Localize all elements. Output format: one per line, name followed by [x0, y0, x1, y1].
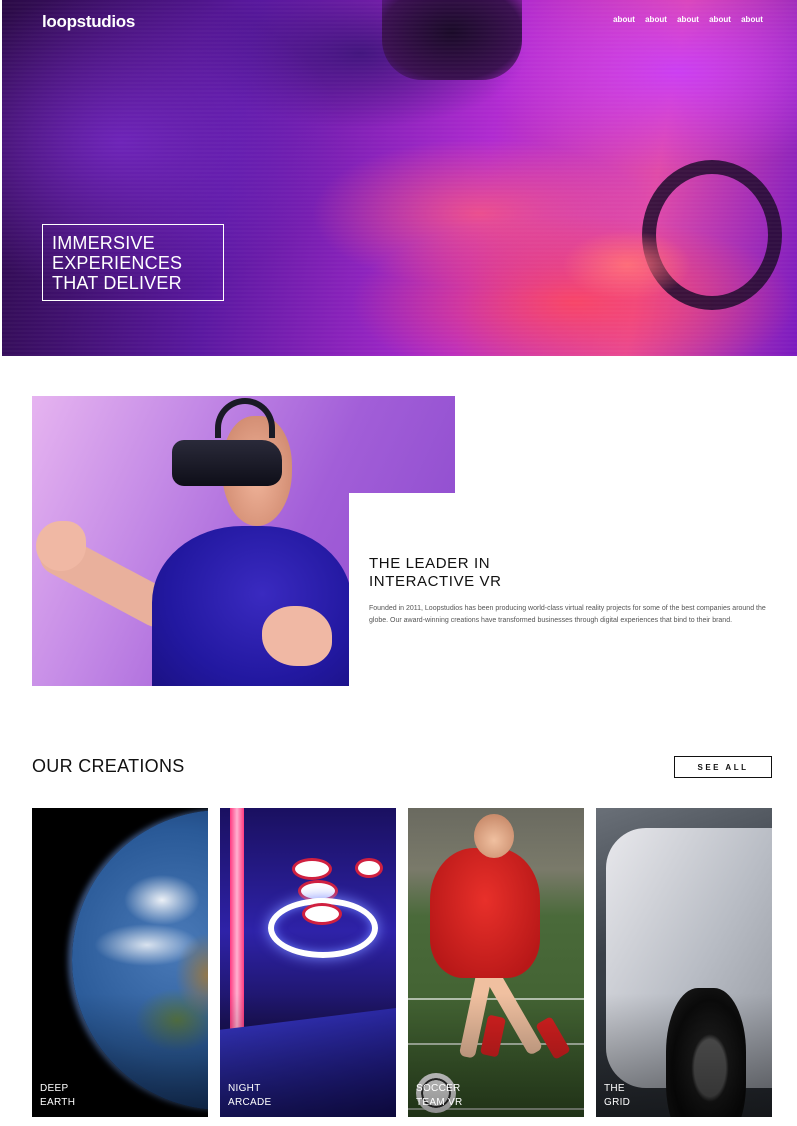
creation-card-label-line-2: TEAM VR: [416, 1097, 463, 1108]
creation-card-label: THE GRID: [604, 1082, 630, 1110]
creation-card-the-grid[interactable]: THE GRID: [596, 808, 772, 1117]
creation-card-label-line-1: DEEP: [40, 1083, 69, 1094]
about-image-vr-strap: [215, 398, 275, 438]
creation-card-label: DEEP EARTH: [40, 1082, 75, 1110]
nav-link-about-3[interactable]: about: [677, 15, 699, 24]
creation-card-label-line-2: GRID: [604, 1097, 631, 1108]
creation-card-label-line-2: EARTH: [40, 1097, 76, 1108]
about-image-right-hand: [262, 606, 332, 666]
about-text-block: THE LEADER IN INTERACTIVE VR Founded in …: [369, 555, 779, 627]
creation-card-label: SOCCER TEAM VR: [416, 1082, 463, 1110]
about-image-shirt: [152, 526, 352, 686]
nav-link-about-2[interactable]: about: [645, 15, 667, 24]
nav-link-about-4[interactable]: about: [709, 15, 731, 24]
see-all-button[interactable]: SEE ALL: [674, 756, 772, 778]
creation-card-night-arcade[interactable]: NIGHT ARCADE: [220, 808, 396, 1117]
creation-card-label-line-2: ARCADE: [228, 1097, 272, 1108]
creation-card-label-line-1: NIGHT: [228, 1083, 261, 1094]
card-vignette: [220, 808, 396, 1117]
hero-banner: loopstudios about about about about abou…: [2, 0, 797, 356]
hero-headline-box: IMMERSIVE EXPERIENCES THAT DELIVER: [42, 224, 224, 301]
about-image-left-hand: [36, 521, 86, 571]
nav-link-about-1[interactable]: about: [613, 15, 635, 24]
nav-link-about-5[interactable]: about: [741, 15, 763, 24]
creation-card-deep-earth[interactable]: DEEP EARTH: [32, 808, 208, 1117]
hero-headline-line-1: IMMERSIVE: [52, 233, 155, 253]
creations-title: OUR CREATIONS: [32, 756, 185, 776]
card-vignette: [32, 808, 208, 1117]
about-title-line-1: THE LEADER IN: [369, 555, 491, 572]
hero-headline-line-3: THAT DELIVER: [52, 273, 182, 293]
card-vignette: [408, 808, 584, 1117]
main-nav: about about about about about: [613, 15, 763, 24]
creation-card-label-line-1: SOCCER: [416, 1083, 461, 1094]
hero-texture-overlay: [2, 0, 797, 356]
creation-card-soccer-team[interactable]: SOCCER TEAM VR: [408, 808, 584, 1117]
about-description: Founded in 2011, Loopstudios has been pr…: [369, 605, 766, 624]
about-image-vr-headset: [172, 440, 282, 486]
about-title: THE LEADER IN INTERACTIVE VR: [369, 555, 779, 591]
creation-card-label: NIGHT ARCADE: [228, 1082, 271, 1110]
hero-headline-line-2: EXPERIENCES: [52, 253, 183, 273]
about-title-line-2: INTERACTIVE VR: [369, 573, 502, 590]
site-logo[interactable]: loopstudios: [42, 12, 135, 32]
card-vignette: [596, 808, 772, 1117]
creation-card-label-line-1: THE: [604, 1083, 625, 1094]
